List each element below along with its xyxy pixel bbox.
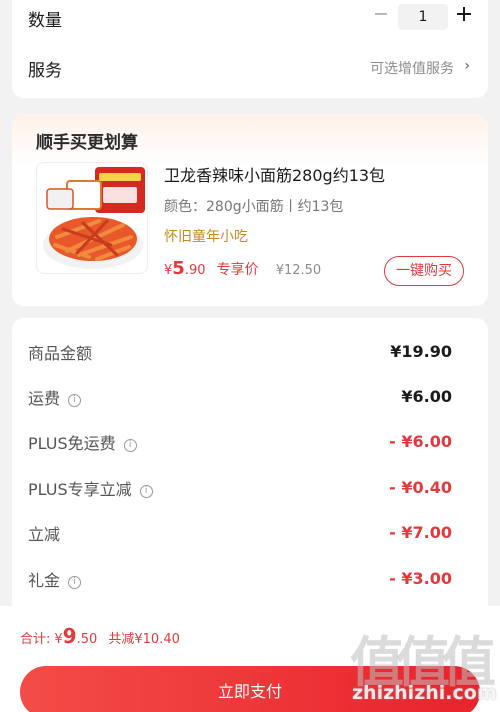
info-icon[interactable]: i xyxy=(123,439,137,452)
fee-value: ¥19.90 xyxy=(390,342,452,361)
one-click-buy-button[interactable]: 一键购买 xyxy=(384,256,464,286)
fee-row: 立减 - ¥7.00 xyxy=(12,517,488,547)
order-total: 合计: ¥9.50 共减¥10.40 xyxy=(20,624,180,648)
total-decimal: .50 xyxy=(76,632,98,647)
fee-value: - ¥0.40 xyxy=(389,478,452,497)
info-icon[interactable]: i xyxy=(68,394,82,407)
info-icon[interactable]: i xyxy=(68,576,82,589)
service-label: 服务 xyxy=(28,61,62,81)
service-selector[interactable]: 可选增值服务 xyxy=(370,58,454,78)
fee-label: 立减 xyxy=(28,525,61,544)
product-price: ¥5.90 专享价 ¥12.50 xyxy=(164,258,321,279)
fee-label: 商品金额 xyxy=(28,344,93,363)
total-currency: ¥ xyxy=(54,632,63,647)
price-decimal: .90 xyxy=(184,263,206,278)
info-icon[interactable]: i xyxy=(139,485,153,498)
purchase-options-card: 数量 1 服务 可选增值服务 › xyxy=(12,0,488,98)
fee-row: 礼金 i - ¥3.00 xyxy=(12,563,488,593)
product-image[interactable] xyxy=(36,162,148,274)
quantity-label: 数量 xyxy=(28,11,62,31)
fee-label: 礼金 i xyxy=(28,567,82,591)
original-price: ¥12.50 xyxy=(275,263,322,278)
exclusive-price-label: 专享价 xyxy=(216,262,259,278)
fee-row: 运费 i ¥6.00 xyxy=(12,381,488,411)
spicy-gluten-snack-image xyxy=(43,167,145,269)
price-integer: 5 xyxy=(172,258,185,279)
product-tag: 怀旧童年小吃 xyxy=(164,229,248,245)
price-breakdown-card: 商品金额 ¥19.90 运费 i ¥6.00 PLUS免运费 i - ¥6.00 P… xyxy=(12,318,488,618)
fee-label: PLUS专享立减 i xyxy=(28,476,153,500)
fee-value: - ¥7.00 xyxy=(389,523,452,542)
fee-value: - ¥3.00 xyxy=(389,569,452,588)
fee-row: 商品金额 ¥19.90 xyxy=(12,336,488,366)
fee-value: ¥6.00 xyxy=(401,387,452,406)
bundle-offer-card: 顺手买更划算 卫龙香辣味小面筋280g约13包 颜色：280g小面筋丨约13包 … xyxy=(12,114,488,306)
quantity-increase-button[interactable] xyxy=(456,6,472,22)
watermark-url: zhizhizhi.com xyxy=(352,682,497,704)
product-name[interactable]: 卫龙香辣味小面筋280g约13包 xyxy=(164,162,385,186)
fee-label: PLUS免运费 i xyxy=(28,430,137,454)
fee-label: 运费 i xyxy=(28,385,82,409)
fee-value: - ¥6.00 xyxy=(389,432,452,451)
product-spec: 颜色：280g小面筋丨约13包 xyxy=(164,199,344,215)
total-label: 合计: xyxy=(20,632,51,647)
chevron-right-icon[interactable]: › xyxy=(464,58,470,74)
fee-row: PLUS专享立减 i - ¥0.40 xyxy=(12,472,488,502)
total-savings: 共减¥10.40 xyxy=(108,632,180,647)
bundle-title: 顺手买更划算 xyxy=(36,133,138,153)
quantity-decrease-button[interactable] xyxy=(372,4,390,24)
total-integer: 9 xyxy=(62,624,77,648)
fee-row: PLUS免运费 i - ¥6.00 xyxy=(12,426,488,456)
quantity-input[interactable]: 1 xyxy=(398,4,448,30)
